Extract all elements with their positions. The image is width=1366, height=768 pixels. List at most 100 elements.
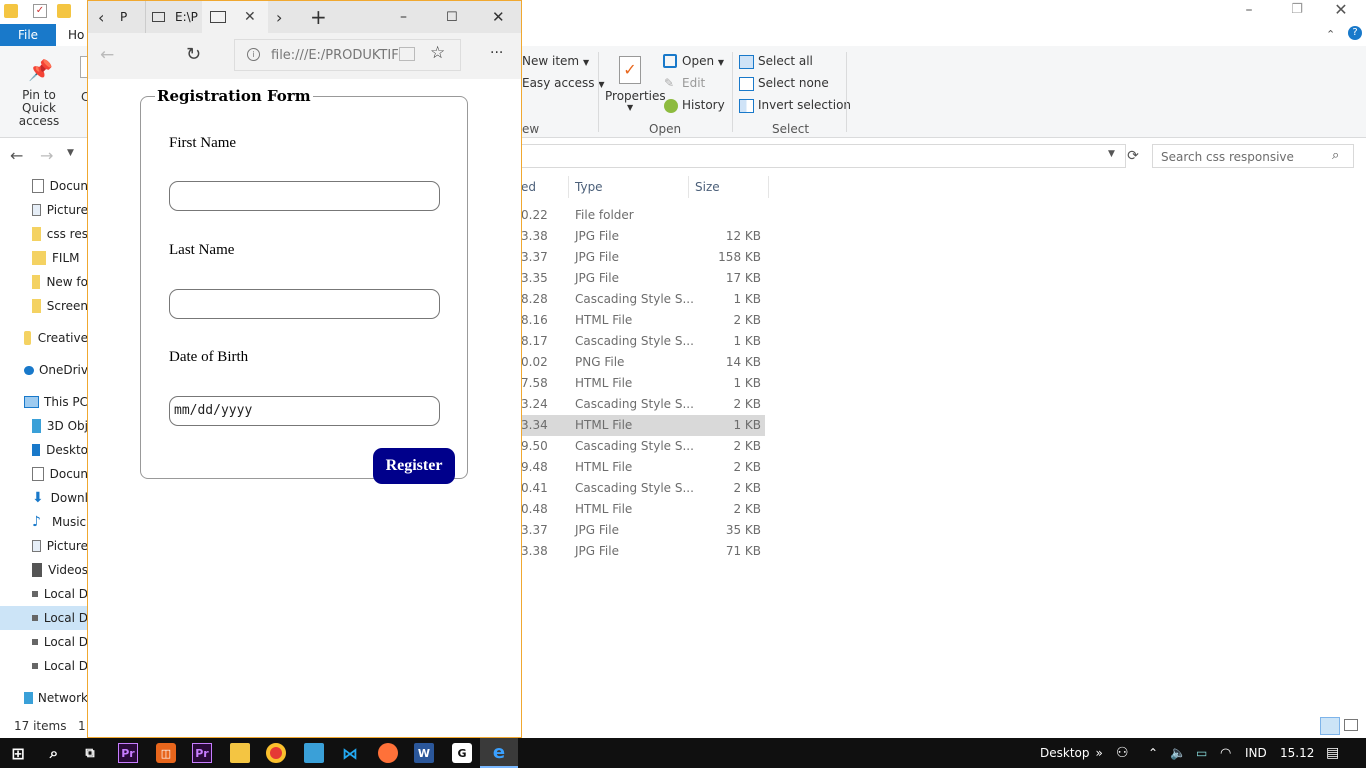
select-all-button[interactable]: Select all (758, 54, 813, 68)
table-row[interactable]: 3.37 JPG File 158 KB (521, 247, 765, 268)
chrome-icon[interactable] (266, 743, 286, 763)
favorite-star-icon[interactable]: ☆ (430, 43, 445, 63)
tab-active[interactable]: ✕ (202, 1, 268, 33)
file-explorer-icon[interactable] (230, 743, 250, 763)
nav-item-network[interactable]: Network (0, 686, 88, 710)
nav-item-pictures-pc[interactable]: Picture (0, 534, 88, 558)
table-row[interactable]: 0.22 File folder (521, 205, 765, 226)
tab-home[interactable]: Ho (68, 28, 84, 42)
new-item-button[interactable]: New item ▼ (522, 54, 589, 68)
table-row[interactable]: 3.24 Cascading Style S... 2 KB (521, 394, 765, 415)
nav-item-videos[interactable]: Videos (0, 558, 88, 582)
show-hidden-icons[interactable]: ⌃ (1148, 738, 1158, 768)
recent-locations-icon[interactable]: ▼ (67, 148, 74, 158)
word-icon[interactable]: W (414, 743, 434, 763)
nav-item-onedrive[interactable]: OneDriv (0, 358, 88, 382)
forward-arrow-icon[interactable]: → (40, 146, 53, 165)
table-row[interactable]: 3.34 HTML File 1 KB (521, 415, 765, 436)
app-cube-icon[interactable] (304, 743, 324, 763)
minimize-icon[interactable]: – (400, 1, 407, 33)
more-options-icon[interactable]: ··· (490, 45, 503, 61)
properties-quick-icon[interactable]: ✓ (33, 4, 47, 18)
nav-item-local-disk-d[interactable]: Local D (0, 606, 88, 630)
details-view-icon[interactable] (1320, 717, 1340, 735)
new-folder-icon[interactable] (57, 4, 71, 18)
search-input[interactable]: Search css responsive (1152, 144, 1354, 168)
table-row[interactable]: 9.48 HTML File 2 KB (521, 457, 765, 478)
table-row[interactable]: 9.50 Cascading Style S... 2 KB (521, 436, 765, 457)
close-icon[interactable]: ✕ (1330, 0, 1352, 20)
table-row[interactable]: 8.16 HTML File 2 KB (521, 310, 765, 331)
minimize-icon[interactable]: – (1238, 2, 1260, 20)
open-button[interactable]: Open ▼ (682, 54, 724, 68)
invert-selection-button[interactable]: Invert selection (758, 98, 851, 112)
nav-item-pictures[interactable]: Picture (0, 198, 88, 222)
table-row[interactable]: 3.35 JPG File 17 KB (521, 268, 765, 289)
first-name-input[interactable] (169, 181, 440, 211)
dob-input[interactable]: mm/dd/yyyy (169, 396, 440, 426)
language-indicator[interactable]: IND (1245, 738, 1267, 768)
info-icon[interactable]: i (247, 48, 260, 61)
help-icon[interactable]: ? (1348, 26, 1362, 40)
easy-access-button[interactable]: Easy access ▼ (522, 76, 605, 90)
close-window-icon[interactable]: ✕ (492, 1, 505, 33)
refresh-icon[interactable]: ⟳ (1124, 144, 1142, 168)
tab-scroll-left-icon[interactable]: ‹ (98, 1, 104, 33)
tab-1[interactable]: P (120, 1, 127, 33)
nav-item-documents-pc[interactable]: Docun (0, 462, 88, 486)
column-size[interactable]: Size (695, 176, 720, 198)
nav-item-downloads[interactable]: ⬇ Downl (0, 486, 88, 510)
edit-button[interactable]: Edit (682, 76, 705, 90)
maximize-icon[interactable]: ☐ (446, 1, 458, 33)
desktop-toolbar[interactable]: Desktop » (1040, 738, 1103, 768)
nav-item-film[interactable]: FILM (0, 246, 88, 270)
table-row[interactable]: 0.48 HTML File 2 KB (521, 499, 765, 520)
firefox-icon[interactable] (378, 743, 398, 763)
vscode-icon[interactable]: ⋈ (340, 743, 360, 763)
search-icon[interactable]: ⌕ (44, 743, 64, 763)
table-row[interactable]: 3.38 JPG File 71 KB (521, 541, 765, 562)
edge-taskbar-button[interactable]: e (480, 738, 518, 768)
nav-item-local-disk-c[interactable]: Local D (0, 582, 88, 606)
table-row[interactable]: 0.02 PNG File 14 KB (521, 352, 765, 373)
people-icon[interactable]: ⚇ (1116, 738, 1129, 768)
table-row[interactable]: 0.41 Cascading Style S... 2 KB (521, 478, 765, 499)
premiere-icon-2[interactable]: Pr (192, 743, 212, 763)
collapse-ribbon-icon[interactable]: ⌃ (1326, 28, 1335, 41)
select-none-button[interactable]: Select none (758, 76, 829, 90)
tab-scroll-right-icon[interactable]: › (276, 1, 282, 33)
address-bar[interactable] (520, 144, 1126, 168)
nav-item-this-pc[interactable]: This PC (0, 390, 88, 414)
history-button[interactable]: History (682, 98, 725, 112)
nav-item-music[interactable]: ♪ Music (0, 510, 88, 534)
table-row[interactable]: 8.28 Cascading Style S... 1 KB (521, 289, 765, 310)
back-arrow-icon[interactable]: ← (10, 146, 23, 165)
url-input[interactable]: file:///E:/PRODUKTIF (234, 39, 461, 71)
wifi-icon[interactable]: ◠ (1220, 738, 1231, 768)
table-row[interactable]: 3.38 JPG File 12 KB (521, 226, 765, 247)
back-arrow-icon[interactable]: ← (100, 45, 114, 65)
app-g-icon[interactable]: G (452, 743, 472, 763)
new-tab-icon[interactable]: + (310, 1, 327, 33)
table-row[interactable]: 3.37 JPG File 35 KB (521, 520, 765, 541)
last-name-input[interactable] (169, 289, 440, 319)
register-button[interactable]: Register (373, 448, 455, 484)
nav-item-documents[interactable]: Docun (0, 174, 88, 198)
column-type[interactable]: Type (575, 176, 603, 198)
restore-icon[interactable]: ❐ (1286, 2, 1308, 20)
table-row[interactable]: 8.17 Cascading Style S... 1 KB (521, 331, 765, 352)
nav-item-3d-objects[interactable]: 3D Obj (0, 414, 88, 438)
refresh-icon[interactable]: ↻ (186, 44, 201, 65)
nav-item-screenshots[interactable]: Screen (0, 294, 88, 318)
nav-item-css-responsive[interactable]: css res (0, 222, 88, 246)
address-dropdown-icon[interactable]: ▼ (1108, 149, 1115, 159)
nav-item-new-folder[interactable]: New fo (0, 270, 88, 294)
battery-icon[interactable]: ▭ (1196, 738, 1207, 768)
properties-button[interactable]: Properties (605, 89, 666, 103)
tab-2[interactable]: E:\P (145, 1, 202, 33)
table-row[interactable]: 7.58 HTML File 1 KB (521, 373, 765, 394)
column-date[interactable]: ed (521, 176, 536, 198)
large-icons-view-icon[interactable] (1344, 719, 1358, 731)
nav-item-local-disk-f[interactable]: Local D (0, 654, 88, 678)
nav-item-creative-cloud[interactable]: Creative (0, 326, 88, 350)
